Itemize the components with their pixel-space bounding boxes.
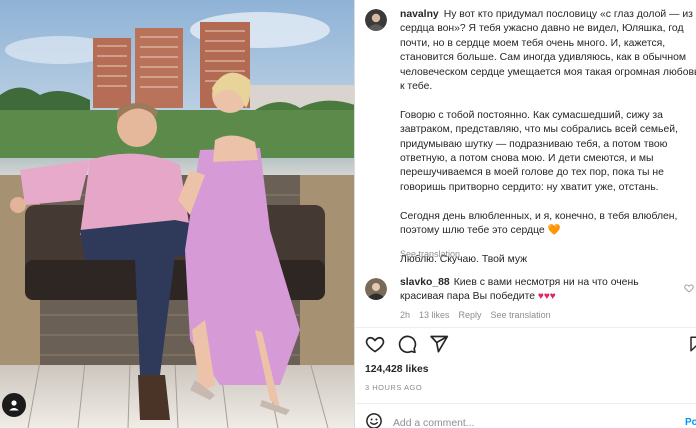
post-comment-button[interactable]: Po xyxy=(685,417,696,428)
comment-box-separator xyxy=(355,403,696,404)
add-comment-input[interactable] xyxy=(393,418,623,428)
caption-paragraph-2: Говорю с тобой постоянно. Как сумасшедши… xyxy=(400,109,678,193)
commenter-avatar[interactable] xyxy=(365,278,387,300)
post-photo[interactable] xyxy=(0,0,355,428)
save-bookmark-icon[interactable] xyxy=(688,334,696,359)
comment-see-translation-link[interactable]: See translation xyxy=(491,310,551,320)
like-heart-icon[interactable] xyxy=(365,334,385,359)
caption-paragraph-1: Ну вот кто придумал пословицу «с глаз до… xyxy=(400,9,696,93)
post-side-panel: navalny Ну вот кто придумал пословицу «с … xyxy=(355,0,696,428)
comment-bubble-icon[interactable] xyxy=(397,334,417,359)
comment-like-icon[interactable] xyxy=(684,283,694,295)
likes-count[interactable]: 124,428 likes xyxy=(365,364,429,375)
caption-paragraph-3: Сегодня день влюбленных, и я, конечно, в… xyxy=(400,210,678,237)
comment-likes-link[interactable]: 13 likes xyxy=(419,310,450,320)
comment-time: 2h xyxy=(400,310,411,320)
commenter-username[interactable]: slavko_88 xyxy=(400,277,450,288)
author-username[interactable]: navalny xyxy=(400,9,439,20)
tagged-user-icon[interactable] xyxy=(2,393,26,417)
actions-separator xyxy=(355,327,696,328)
post-time-ago: 3 HOURS AGO xyxy=(365,383,423,392)
post-caption: navalny Ну вот кто придумал пословицу «с … xyxy=(400,8,696,282)
share-send-icon[interactable] xyxy=(429,334,449,359)
comment-reply-link[interactable]: Reply xyxy=(459,310,482,320)
post-actions xyxy=(365,334,449,359)
comment-hearts: ♥♥♥ xyxy=(537,291,556,303)
comment-meta: 2h 13 likes Reply See translation xyxy=(400,310,551,320)
emoji-smiley-icon[interactable] xyxy=(365,412,383,428)
caption-see-translation-link[interactable]: See translation xyxy=(400,249,460,259)
author-avatar[interactable] xyxy=(365,9,387,31)
photo-illustration xyxy=(0,0,355,428)
comment-body: slavko_88 Киев с вами несмотря ни на что … xyxy=(400,276,655,305)
add-comment-row xyxy=(365,412,623,428)
